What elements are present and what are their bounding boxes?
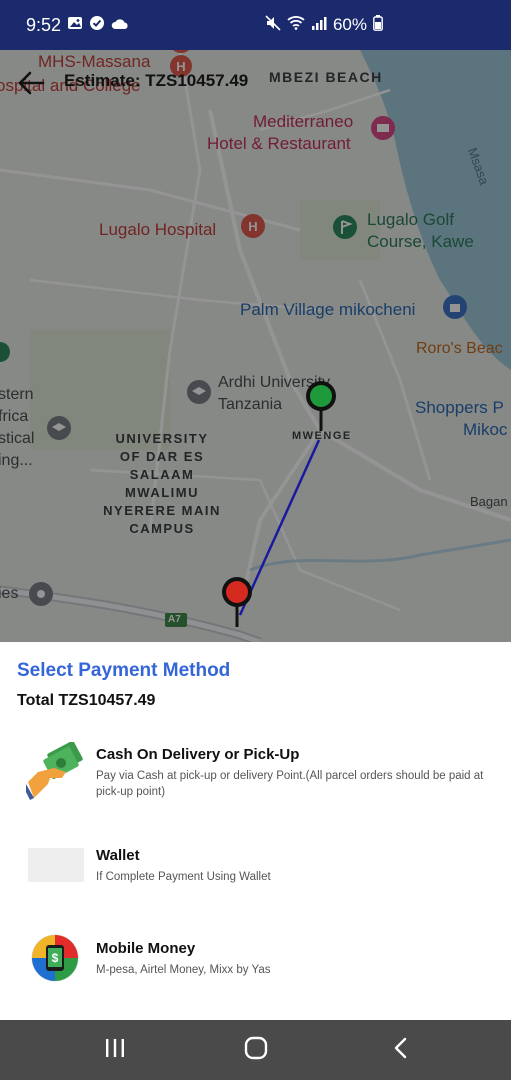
mobile-money-icon: $ bbox=[31, 934, 79, 982]
map-view[interactable]: H H MHS-Massana ospital and College MBEZ… bbox=[0, 50, 511, 642]
payment-title: Select Payment Method bbox=[17, 660, 231, 681]
signal-icon bbox=[311, 15, 327, 36]
payment-option-wallet[interactable]: Wallet If Complete Payment Using Wallet bbox=[0, 838, 511, 918]
payment-option-description: M-pesa, Airtel Money, Mixx by Yas bbox=[96, 964, 271, 976]
arrow-left-icon bbox=[17, 70, 45, 101]
wallet-placeholder-icon bbox=[28, 848, 84, 882]
mute-icon bbox=[265, 14, 281, 36]
battery-icon bbox=[373, 14, 383, 36]
status-right: 60% bbox=[265, 14, 511, 36]
payment-total: Total TZS10457.49 bbox=[17, 692, 156, 709]
home-icon bbox=[244, 1036, 268, 1065]
payment-option-title: Wallet bbox=[96, 847, 140, 864]
check-circle-icon bbox=[89, 15, 105, 36]
home-button[interactable] bbox=[236, 1035, 276, 1065]
dropoff-pin-icon[interactable] bbox=[222, 577, 252, 627]
wifi-icon bbox=[287, 15, 305, 36]
status-bar: 9:52 60% bbox=[0, 0, 511, 50]
recent-apps-icon bbox=[104, 1038, 126, 1063]
cash-hand-icon bbox=[24, 740, 84, 800]
cloud-icon bbox=[111, 15, 129, 36]
estimate-label: Estimate: TZS10457.49 bbox=[64, 71, 249, 90]
system-nav-bar bbox=[0, 1020, 511, 1080]
gallery-icon bbox=[67, 15, 83, 36]
battery-percent: 60% bbox=[332, 15, 367, 34]
payment-option-title: Cash On Delivery or Pick-Up bbox=[96, 746, 300, 763]
status-left: 9:52 bbox=[0, 15, 129, 36]
payment-option-description: Pay via Cash at pick-up or delivery Poin… bbox=[96, 770, 484, 798]
status-time: 9:52 bbox=[26, 14, 62, 35]
back-chevron-icon bbox=[393, 1037, 407, 1064]
pickup-pin-icon[interactable] bbox=[306, 381, 336, 431]
payment-sheet: Select Payment Method Total TZS10457.49 … bbox=[0, 642, 511, 1020]
payment-option-title: Mobile Money bbox=[96, 940, 196, 957]
back-button[interactable] bbox=[14, 68, 48, 102]
payment-option-cash[interactable]: Cash On Delivery or Pick-Up Pay via Cash… bbox=[0, 738, 511, 818]
payment-option-mobile-money[interactable]: $ Mobile Money M-pesa, Airtel Money, Mix… bbox=[0, 932, 511, 1012]
payment-option-description: If Complete Payment Using Wallet bbox=[96, 871, 271, 883]
nav-back-button[interactable] bbox=[380, 1035, 420, 1065]
svg-text:$: $ bbox=[52, 951, 59, 965]
route-line bbox=[238, 439, 321, 616]
recent-apps-button[interactable] bbox=[95, 1035, 135, 1065]
